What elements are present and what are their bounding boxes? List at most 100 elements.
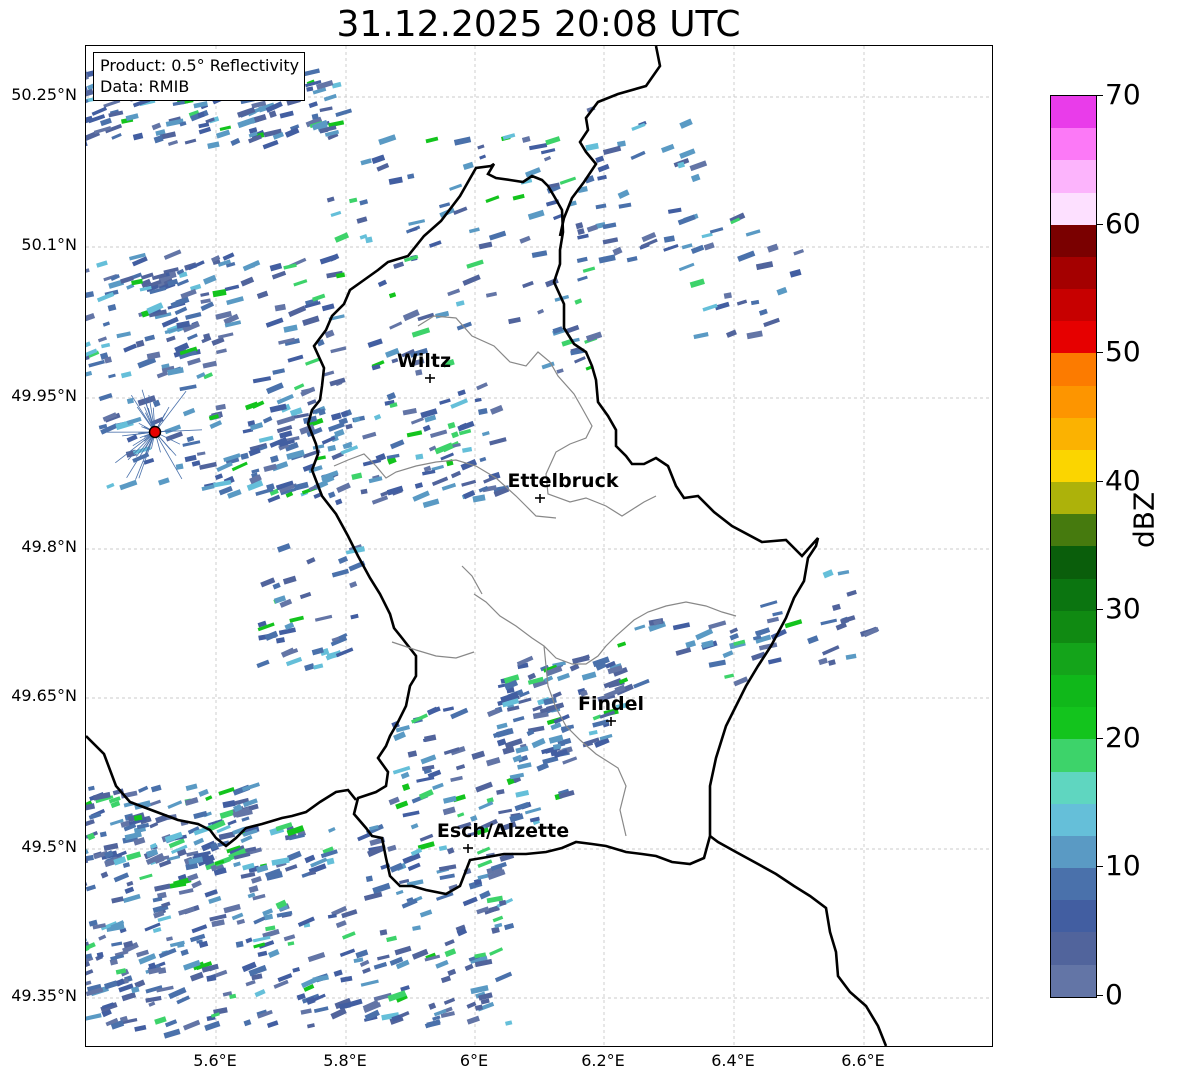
lat-label: 49.5°N	[21, 837, 77, 856]
colorbar-tick	[1096, 609, 1103, 611]
radar-echo	[218, 787, 235, 796]
radar-echo	[120, 371, 132, 379]
radar-echo	[517, 697, 532, 705]
radar-echo	[119, 479, 138, 491]
radar-echo	[685, 640, 697, 649]
radar-echo	[340, 975, 353, 983]
radar-echo	[400, 985, 410, 992]
radar-echo	[494, 971, 513, 983]
radar-echo	[230, 137, 241, 146]
radar-echo	[306, 86, 314, 92]
radar-echo	[138, 785, 149, 793]
radar-echo	[134, 1024, 147, 1032]
radar-echo	[276, 394, 294, 405]
radar-echo	[387, 844, 397, 852]
radar-echo	[474, 397, 482, 403]
radar-echo	[284, 864, 298, 872]
colorbar-segment	[1051, 868, 1096, 901]
radar-echo	[444, 948, 457, 958]
radar-map[interactable]	[85, 45, 993, 1047]
radar-echo	[300, 1008, 312, 1015]
radar-echo	[212, 288, 227, 298]
radar-echo	[150, 784, 162, 793]
southern-border	[709, 834, 888, 1046]
radar-echo	[450, 398, 469, 409]
radar-echo	[389, 321, 403, 330]
radar-echo	[99, 831, 107, 838]
radar-echo	[285, 656, 303, 667]
radar-echo	[199, 461, 217, 470]
colorbar-segment	[1051, 321, 1096, 354]
radar-echo	[462, 274, 481, 286]
radar-echo	[498, 808, 513, 815]
radar-echo	[476, 382, 488, 391]
radar-echo	[519, 235, 531, 244]
colorbar-label: dBZ	[1128, 492, 1161, 548]
radar-echo	[349, 197, 358, 204]
radar-echo	[209, 420, 223, 429]
radar-echo	[581, 671, 597, 681]
radar-echo	[180, 949, 189, 956]
radar-echo	[373, 961, 388, 970]
radar-echo	[163, 249, 182, 260]
radar-echo	[151, 122, 162, 131]
radar-echo	[626, 256, 638, 263]
radar-echo	[235, 940, 244, 948]
radar-echo	[675, 647, 692, 656]
radar-echo	[91, 106, 108, 116]
radar-echo	[196, 451, 206, 456]
radar-echo	[424, 1019, 441, 1029]
radar-echo	[304, 854, 316, 864]
radar-echo	[331, 412, 342, 421]
radar-echo	[233, 861, 241, 868]
radar-map-canvas	[86, 46, 992, 1046]
radar-echo	[755, 261, 774, 271]
radar-echo	[503, 922, 515, 931]
radar-echo	[431, 476, 449, 487]
radar-echo	[822, 569, 834, 579]
radar-echo	[750, 299, 760, 306]
radar-echo	[186, 435, 195, 443]
radar-echo	[207, 141, 220, 149]
radar-echo	[363, 891, 383, 901]
radar-echo	[789, 269, 802, 278]
radar-echo	[490, 404, 504, 415]
colorbar-segment	[1051, 803, 1096, 836]
radar-echo	[772, 610, 783, 617]
radar-echo	[336, 482, 351, 494]
radar-echo	[231, 912, 244, 921]
colorbar-segment	[1051, 707, 1096, 740]
lon-label: 6.2°E	[581, 1051, 625, 1070]
radar-echo	[449, 183, 463, 191]
radar-echo	[148, 1001, 156, 1007]
colorbar-tick-label: 20	[1105, 720, 1141, 754]
radar-echo	[722, 650, 734, 659]
colorbar-tick	[1096, 480, 1103, 482]
radar-echo	[481, 431, 490, 437]
radar-echo	[163, 1028, 181, 1039]
radar-echo	[302, 315, 320, 327]
radar-echo	[191, 880, 202, 889]
radar-echo	[270, 455, 279, 463]
radar-echo	[540, 148, 556, 155]
radar-echo	[414, 482, 423, 489]
colorbar-segment	[1051, 900, 1096, 933]
colorbar-segment	[1051, 642, 1096, 676]
radar-echo	[478, 801, 494, 811]
radar-echo	[226, 296, 244, 306]
radar-echo	[252, 935, 271, 943]
radar-echo	[257, 950, 268, 957]
radar-echo	[330, 210, 342, 218]
radar-echo	[262, 416, 273, 424]
radar-echo	[420, 754, 437, 765]
radar-echo	[178, 906, 195, 916]
radar-echo	[327, 913, 337, 919]
radar-echo	[304, 663, 315, 672]
radar-site-marker[interactable]	[148, 425, 162, 439]
radar-echo	[372, 882, 391, 894]
radar-echo	[86, 1013, 102, 1021]
radar-echo	[439, 873, 455, 880]
radar-echo	[266, 382, 284, 395]
radar-echo	[179, 384, 197, 392]
city-label-ettelbruck: Ettelbruck	[507, 470, 619, 492]
